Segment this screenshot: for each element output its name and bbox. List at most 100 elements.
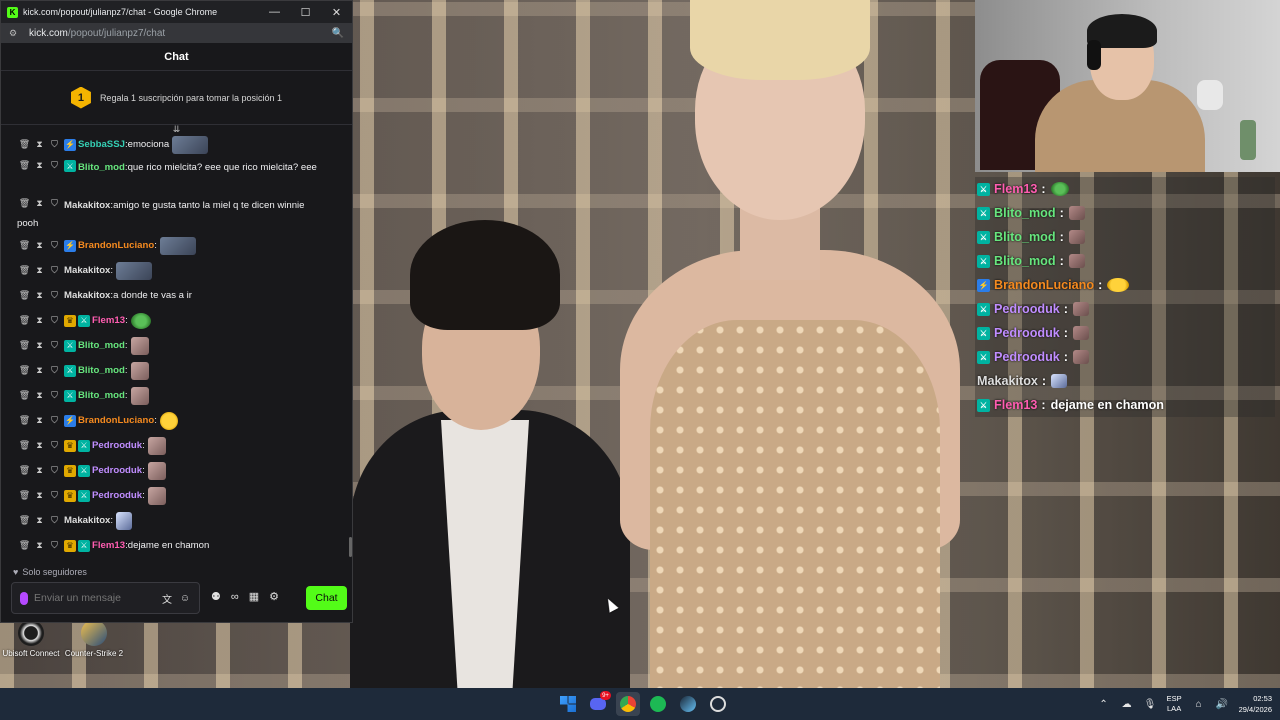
- microphone-icon[interactable]: 🎙: [1144, 699, 1157, 710]
- chat-username[interactable]: Makakitox: [64, 198, 110, 213]
- chat-message[interactable]: 🗑 ⧗ ⛉ Makakitox: a donde te vas a ir: [19, 283, 347, 308]
- timeout-icon[interactable]: ⧗: [34, 415, 45, 426]
- timeout-icon[interactable]: ⧗: [34, 240, 45, 251]
- timeout-icon[interactable]: ⧗: [34, 340, 45, 351]
- chat-username[interactable]: Makakitox: [64, 288, 110, 303]
- chat-message[interactable]: 🗑 ⧗ ⛉ ♛ ⚔ Flem13:: [19, 308, 347, 333]
- timeout-icon[interactable]: ⧗: [34, 540, 45, 551]
- delete-icon[interactable]: 🗑: [19, 415, 30, 426]
- chevron-up-icon[interactable]: ⌃: [1098, 699, 1110, 710]
- person-emote-icon[interactable]: [147, 486, 166, 505]
- timeout-icon[interactable]: ⧗: [34, 515, 45, 526]
- message-composer[interactable]: 文 ☺: [11, 582, 200, 614]
- chat-message[interactable]: 🗑 ⧗ ⛉ ♛ ⚔ Flem13: dejame en chamon: [19, 533, 347, 558]
- ban-icon[interactable]: ⛉: [49, 490, 60, 501]
- chat-username[interactable]: Flem13: [92, 538, 125, 553]
- person-emote-icon[interactable]: [147, 461, 166, 480]
- desktop-icon-ubisoft[interactable]: Ubisoft Connect: [0, 620, 62, 658]
- delete-icon[interactable]: 🗑: [19, 160, 30, 171]
- volume-icon[interactable]: 🔊: [1216, 699, 1228, 710]
- ban-icon[interactable]: ⛉: [49, 240, 60, 251]
- timeout-icon[interactable]: ⧗: [34, 139, 45, 150]
- chat-username[interactable]: Pedrooduk: [92, 463, 142, 478]
- delete-icon[interactable]: 🗑: [19, 540, 30, 551]
- message-input[interactable]: [34, 592, 155, 604]
- ban-icon[interactable]: ⛉: [49, 515, 60, 526]
- maximize-button[interactable]: ☐: [290, 1, 321, 23]
- emoji-icon[interactable]: ☺: [179, 593, 191, 604]
- chat-username[interactable]: BrandonLuciano: [78, 413, 154, 428]
- face-emote-icon[interactable]: [159, 411, 178, 430]
- chat-message[interactable]: 🗑 ⧗ ⛉ ♛ ⚔ Pedrooduk:: [19, 433, 347, 458]
- network-icon[interactable]: ⌂: [1193, 699, 1205, 710]
- ban-icon[interactable]: ⛉: [49, 290, 60, 301]
- chat-message[interactable]: 🗑 ⧗ ⛉ ⚡ BrandonLuciano:: [19, 233, 347, 258]
- gift-sub-promo[interactable]: 1 Regala 1 suscripción para tomar la pos…: [1, 71, 352, 125]
- timeout-icon[interactable]: ⧗: [34, 465, 45, 476]
- timeout-icon[interactable]: ⧗: [34, 198, 45, 209]
- chat-username[interactable]: Blito_mod: [78, 338, 125, 353]
- chat-username[interactable]: Flem13: [92, 313, 125, 328]
- ban-icon[interactable]: ⛉: [49, 440, 60, 451]
- timeout-icon[interactable]: ⧗: [34, 290, 45, 301]
- taskbar-spotify[interactable]: [646, 692, 670, 716]
- delete-icon[interactable]: 🗑: [19, 440, 30, 451]
- ban-icon[interactable]: ⛉: [49, 315, 60, 326]
- chat-username[interactable]: Makakitox: [64, 513, 110, 528]
- timeout-icon[interactable]: ⧗: [34, 490, 45, 501]
- chat-message-list[interactable]: 🗑 ⧗ ⛉ ⚡ SebbaSSJ: emociona 🗑 ⧗ ⛉ ⚔ Blito_mod: que…: [1, 132, 347, 564]
- chat-message[interactable]: 🗑 ⧗ ⛉ Makakitox:: [19, 508, 347, 533]
- ban-icon[interactable]: ⛉: [49, 139, 60, 150]
- delete-icon[interactable]: 🗑: [19, 465, 30, 476]
- input-language[interactable]: ESP LAA: [1167, 694, 1182, 714]
- chat-message[interactable]: 🗑 ⧗ ⛉ ⚡ SebbaSSJ: emociona: [19, 132, 347, 157]
- ban-icon[interactable]: ⛉: [49, 465, 60, 476]
- taskbar-discord[interactable]: 9+: [586, 691, 611, 716]
- ban-icon[interactable]: ⛉: [49, 160, 60, 171]
- chat-username[interactable]: Blito_mod: [78, 388, 125, 403]
- chat-message[interactable]: 🗑 ⧗ ⛉ ⚔ Blito_mod: que rico mielcita? eee qu…: [19, 157, 347, 195]
- chat-username[interactable]: BrandonLuciano: [78, 238, 154, 253]
- ghost-emote-icon[interactable]: [116, 511, 133, 530]
- delete-icon[interactable]: 🗑: [19, 265, 30, 276]
- address-bar[interactable]: ⚙ kick.com /popout/julianpz7/chat 🔍: [1, 23, 352, 43]
- timeout-icon[interactable]: ⧗: [34, 440, 45, 451]
- delete-icon[interactable]: 🗑: [19, 198, 30, 209]
- minimize-button[interactable]: —: [259, 1, 290, 23]
- chat-message[interactable]: 🗑 ⧗ ⛉ ♛ ⚔ Pedrooduk:: [19, 483, 347, 508]
- translate-icon[interactable]: 文: [161, 591, 173, 606]
- person-emote-icon[interactable]: [130, 361, 149, 380]
- delete-icon[interactable]: 🗑: [19, 315, 30, 326]
- chat-username[interactable]: SebbaSSJ: [78, 137, 125, 152]
- wide-emote-icon[interactable]: [159, 236, 196, 255]
- chat-username[interactable]: Blito_mod: [78, 363, 125, 378]
- close-button[interactable]: ✕: [321, 1, 352, 23]
- person-emote-icon[interactable]: [130, 386, 149, 405]
- clock[interactable]: 02:53 29/4/2026: [1239, 693, 1272, 715]
- delete-icon[interactable]: 🗑: [19, 490, 30, 501]
- chat-username[interactable]: Pedrooduk: [92, 488, 142, 503]
- store-icon[interactable]: ▦: [249, 590, 259, 603]
- settings-gear-icon[interactable]: ⚙: [269, 590, 279, 603]
- delete-icon[interactable]: 🗑: [19, 139, 30, 150]
- chat-username[interactable]: Pedrooduk: [92, 438, 142, 453]
- chat-message[interactable]: 🗑 ⧗ ⛉ Makakitox: amigo te gusta tanto la mi…: [17, 195, 347, 233]
- desktop-icon-counter-strike[interactable]: Counter-Strike 2: [63, 620, 125, 658]
- delete-icon[interactable]: 🗑: [19, 240, 30, 251]
- delete-icon[interactable]: 🗑: [19, 515, 30, 526]
- ban-icon[interactable]: ⛉: [49, 540, 60, 551]
- timeout-icon[interactable]: ⧗: [34, 265, 45, 276]
- wide-emote-icon[interactable]: [172, 135, 209, 154]
- send-chat-button[interactable]: Chat: [306, 586, 347, 610]
- chat-username[interactable]: Blito_mod: [78, 160, 125, 175]
- wide-emote-icon[interactable]: [116, 261, 153, 280]
- ban-icon[interactable]: ⛉: [49, 198, 60, 209]
- ban-icon[interactable]: ⛉: [49, 415, 60, 426]
- taskbar-obs[interactable]: [706, 692, 730, 716]
- ban-icon[interactable]: ⛉: [49, 340, 60, 351]
- ban-icon[interactable]: ⛉: [49, 390, 60, 401]
- timeout-icon[interactable]: ⧗: [34, 390, 45, 401]
- timeout-icon[interactable]: ⧗: [34, 365, 45, 376]
- chat-username[interactable]: Makakitox: [64, 263, 110, 278]
- timeout-icon[interactable]: ⧗: [34, 315, 45, 326]
